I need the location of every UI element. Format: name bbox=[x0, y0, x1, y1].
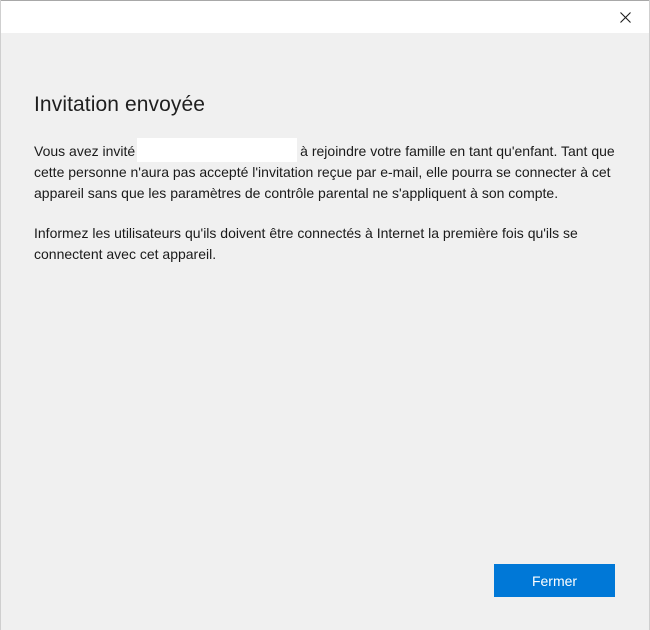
dialog-content: Invitation envoyée Vous avez invité à rej… bbox=[34, 33, 619, 264]
titlebar bbox=[1, 1, 649, 33]
invitation-message-prefix: Vous avez invité bbox=[34, 143, 136, 159]
dialog-window: Invitation envoyée Vous avez invité à rej… bbox=[0, 0, 650, 630]
titlebar-close-button[interactable] bbox=[605, 1, 645, 33]
fermer-button[interactable]: Fermer bbox=[494, 564, 615, 597]
redacted-invitee-name bbox=[137, 138, 298, 162]
close-icon bbox=[619, 11, 631, 23]
internet-notice-message: Informez les utilisateurs qu'ils doivent… bbox=[34, 225, 578, 262]
dialog-title: Invitation envoyée bbox=[34, 93, 206, 116]
invitation-message: Vous avez invité à rejoindre votre famill… bbox=[34, 138, 619, 203]
